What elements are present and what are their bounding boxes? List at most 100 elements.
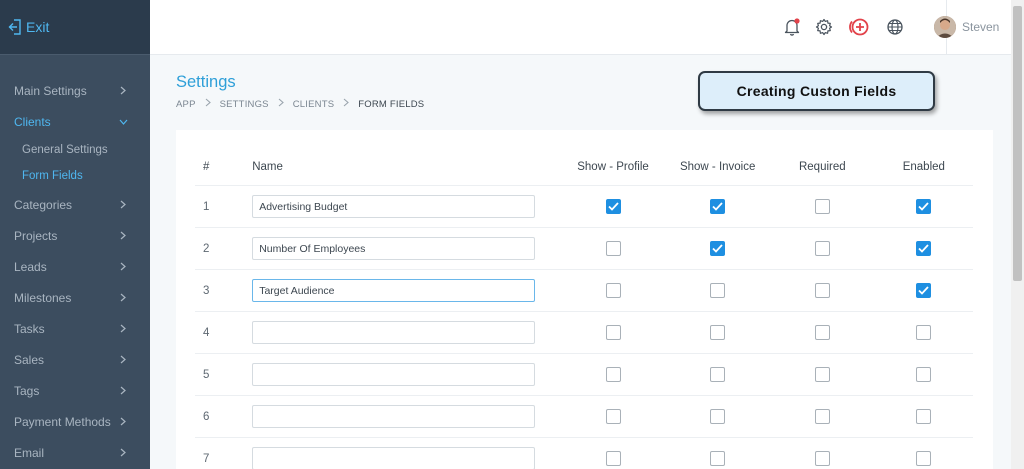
show-profile-checkbox[interactable]: [605, 199, 621, 214]
sidebar-item-label: Main Settings: [14, 83, 87, 98]
enabled-checkbox[interactable]: [916, 199, 932, 214]
scrollbar-thumb[interactable]: [1013, 6, 1022, 281]
table-row: 1: [195, 186, 973, 228]
table-row: 5: [195, 354, 973, 396]
show-invoice-checkbox[interactable]: [710, 199, 726, 214]
sidebar-subitem-general-settings[interactable]: General Settings: [0, 137, 150, 163]
breadcrumb-item-clients[interactable]: CLIENTS: [293, 99, 335, 110]
enabled-cell: [875, 241, 973, 256]
show-invoice-checkbox[interactable]: [710, 325, 726, 340]
row-number: 1: [203, 200, 210, 213]
field-name-input[interactable]: [252, 363, 536, 386]
show-invoice-checkbox[interactable]: [710, 451, 726, 466]
sidebar-item-tags[interactable]: Tags: [0, 375, 150, 406]
show-profile-cell: [561, 241, 666, 256]
sidebar-item-label: Clients: [14, 114, 51, 129]
chevron-right-icon: [118, 448, 128, 458]
gear-icon[interactable]: [814, 17, 834, 37]
show-invoice-checkbox[interactable]: [710, 409, 726, 424]
form-fields-card: # Name Show - Profile Show - Invoice Req…: [176, 130, 993, 469]
chevron-right-icon: [343, 98, 350, 110]
breadcrumb-item-settings[interactable]: SETTINGS: [220, 99, 269, 110]
breadcrumb-item-app[interactable]: APP: [176, 99, 196, 110]
sidebar-item-label: Milestones: [14, 290, 72, 305]
field-name-input[interactable]: [252, 405, 536, 428]
name-cell: [252, 447, 561, 469]
show-invoice-checkbox[interactable]: [710, 241, 726, 256]
form-fields-table: # Name Show - Profile Show - Invoice Req…: [195, 148, 973, 469]
sidebar-subitem-label: Form Fields: [22, 170, 83, 182]
required-cell: [770, 325, 875, 340]
field-name-input[interactable]: [252, 321, 536, 344]
sidebar-subitem-form-fields[interactable]: Form Fields: [0, 163, 150, 189]
required-cell: [770, 409, 875, 424]
show-profile-checkbox[interactable]: [605, 241, 621, 256]
column-header-enabled: Enabled: [902, 160, 945, 173]
chevron-right-icon: [118, 262, 128, 272]
user-menu[interactable]: Steven: [934, 16, 999, 38]
show-profile-checkbox[interactable]: [605, 367, 621, 382]
show-invoice-cell: [665, 325, 770, 340]
show-invoice-checkbox[interactable]: [710, 283, 726, 298]
chevron-right-icon: [205, 98, 211, 110]
show-profile-checkbox[interactable]: [605, 451, 621, 466]
field-name-input[interactable]: [252, 279, 536, 302]
chevron-right-icon: [118, 200, 128, 210]
name-cell: [252, 321, 561, 344]
show-profile-checkbox[interactable]: [605, 409, 621, 424]
show-profile-checkbox[interactable]: [605, 325, 621, 340]
sidebar-item-categories[interactable]: Categories: [0, 189, 150, 220]
sidebar-item-label: Projects: [14, 228, 58, 243]
required-checkbox[interactable]: [814, 199, 830, 214]
enabled-cell: [875, 199, 973, 214]
globe-icon[interactable]: [885, 17, 905, 37]
required-checkbox[interactable]: [814, 241, 830, 256]
required-checkbox[interactable]: [814, 325, 830, 340]
sidebar-item-leads[interactable]: Leads: [0, 251, 150, 282]
sidebar-item-main-settings[interactable]: Main Settings: [0, 75, 150, 106]
name-cell: [252, 405, 561, 428]
add-circle-icon[interactable]: [847, 17, 871, 37]
show-profile-checkbox[interactable]: [605, 283, 621, 298]
sidebar-item-label: Email: [14, 445, 45, 460]
sidebar-item-payment-methods[interactable]: Payment Methods: [0, 406, 150, 437]
field-name-input[interactable]: [252, 195, 536, 218]
required-checkbox[interactable]: [814, 409, 830, 424]
sidebar-item-label: Categories: [14, 197, 73, 212]
name-cell: [252, 237, 561, 260]
sidebar-item-projects[interactable]: Projects: [0, 220, 150, 251]
bell-icon[interactable]: [782, 17, 802, 37]
enabled-checkbox[interactable]: [916, 241, 932, 256]
scrollbar[interactable]: [1011, 0, 1024, 469]
sidebar-item-label: Tags: [14, 383, 40, 398]
enabled-checkbox[interactable]: [916, 325, 932, 340]
sidebar-item-milestones[interactable]: Milestones: [0, 282, 150, 313]
sidebar-menu: Main Settings Clients General Settings F…: [0, 55, 150, 468]
field-name-input[interactable]: [252, 237, 536, 260]
chevron-right-icon: [118, 355, 128, 365]
enabled-checkbox[interactable]: [916, 451, 932, 466]
page-title: Settings: [176, 73, 236, 91]
table-row: 6: [195, 396, 973, 438]
show-profile-cell: [561, 409, 666, 424]
field-name-input[interactable]: [252, 447, 536, 469]
exit-button[interactable]: Exit: [8, 19, 49, 35]
required-checkbox[interactable]: [814, 451, 830, 466]
enabled-checkbox[interactable]: [916, 409, 932, 424]
sidebar-item-label: Sales: [14, 352, 45, 367]
enabled-checkbox[interactable]: [916, 367, 932, 382]
show-invoice-checkbox[interactable]: [710, 367, 726, 382]
sidebar-item-clients[interactable]: Clients: [0, 106, 150, 137]
sidebar-item-tasks[interactable]: Tasks: [0, 313, 150, 344]
enabled-checkbox[interactable]: [916, 283, 932, 298]
callout-annotation: Creating Custon Fields: [698, 71, 935, 111]
sidebar-item-sales[interactable]: Sales: [0, 344, 150, 375]
table-header: # Name Show - Profile Show - Invoice Req…: [195, 148, 973, 186]
required-cell: [770, 241, 875, 256]
sidebar-item-email[interactable]: Email: [0, 437, 150, 468]
row-number: 7: [203, 452, 210, 465]
name-cell: [252, 195, 561, 218]
required-checkbox[interactable]: [814, 367, 830, 382]
required-checkbox[interactable]: [814, 283, 830, 298]
exit-label: Exit: [26, 19, 50, 35]
